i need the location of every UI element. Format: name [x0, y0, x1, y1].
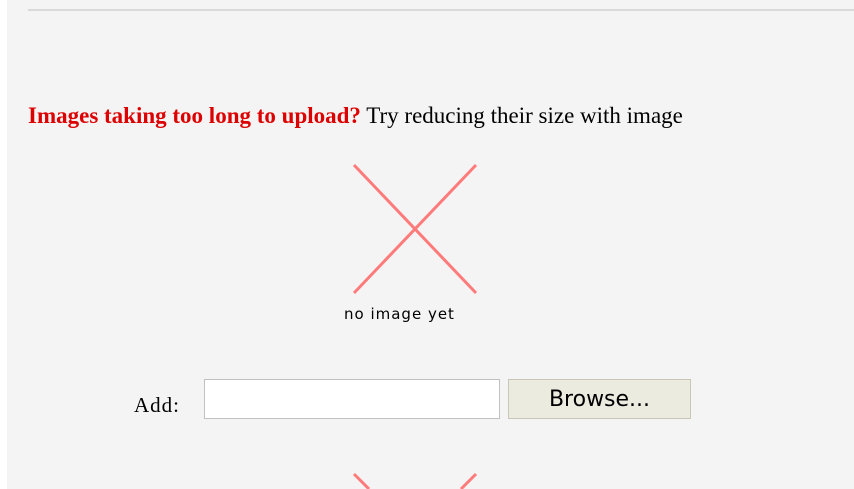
- no-image-placeholder-icon: [352, 163, 478, 295]
- browse-button[interactable]: Browse...: [508, 379, 691, 419]
- no-image-caption: no image yet: [344, 305, 455, 323]
- upload-tip-warning: Images taking too long to upload?: [28, 103, 361, 128]
- top-divider: [28, 9, 854, 11]
- file-path-input[interactable]: [204, 379, 500, 419]
- no-image-placeholder-icon-2: [352, 472, 478, 489]
- upload-tip: Images taking too long to upload? Try re…: [28, 103, 683, 129]
- upload-tip-suggestion: Try reducing their size with image: [360, 103, 683, 128]
- add-label: Add:: [134, 393, 180, 417]
